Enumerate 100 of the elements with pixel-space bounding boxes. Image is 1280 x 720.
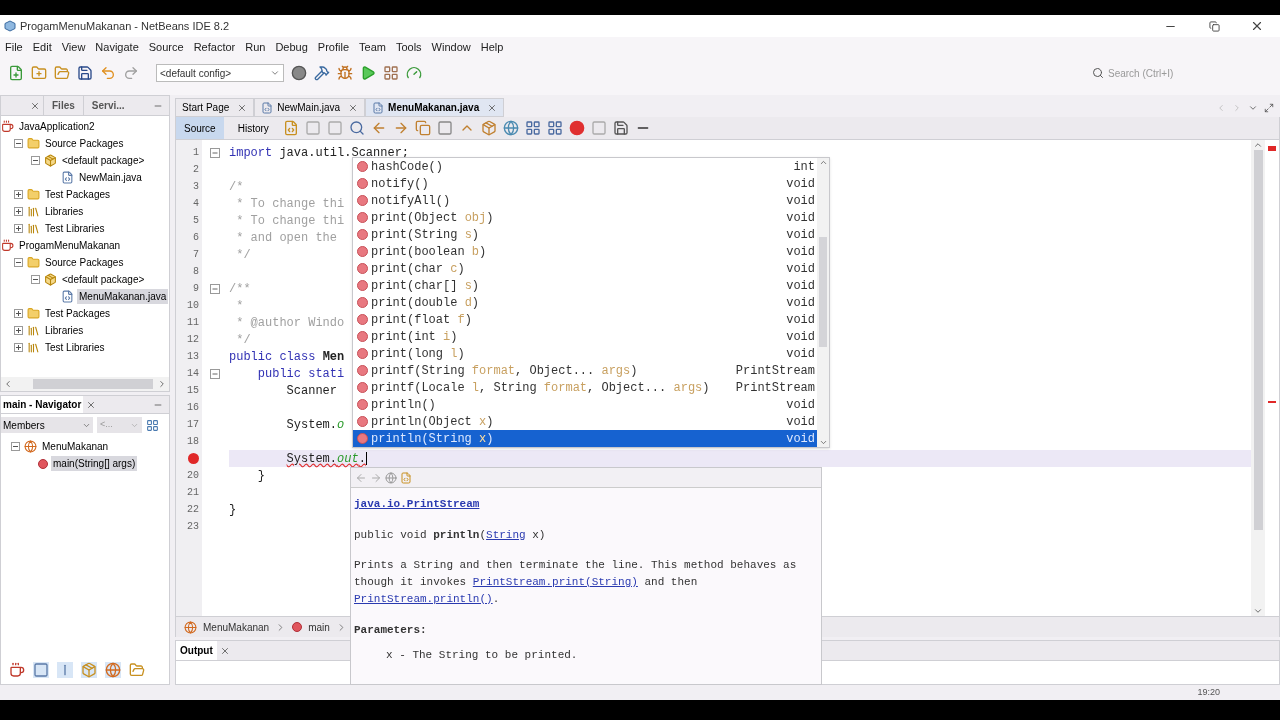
source-icon[interactable]	[400, 471, 412, 484]
menu-item[interactable]: Edit	[27, 38, 57, 56]
menu-item[interactable]: File	[0, 38, 28, 56]
menu-item[interactable]: Help	[475, 38, 509, 56]
square-icon[interactable]	[590, 120, 607, 136]
editor-tab[interactable]: NewMain.java	[254, 98, 366, 117]
panel-tab[interactable]: Files	[43, 96, 83, 115]
tree-item[interactable]: MenuMakanan	[40, 439, 111, 454]
menu-item[interactable]: Run	[240, 38, 271, 56]
expand-icon[interactable]	[13, 309, 23, 318]
method-link[interactable]: PrintStream.println()	[354, 593, 493, 605]
scroll-down-icon[interactable]	[818, 438, 828, 447]
run-icon[interactable]	[360, 65, 376, 81]
new-project-icon[interactable]	[31, 65, 47, 81]
profile-icon[interactable]	[406, 65, 422, 81]
collapse-icon[interactable]	[30, 275, 40, 284]
expand-icon[interactable]	[13, 224, 23, 233]
breadcrumb-item[interactable]: MenuMakanan	[203, 619, 270, 635]
fold-icon[interactable]	[210, 283, 220, 294]
expand-icon[interactable]	[13, 207, 23, 216]
completion-item[interactable]: print(char c) void	[353, 260, 817, 277]
tree-item[interactable]: Test Libraries	[43, 221, 107, 236]
close-icon[interactable]	[1250, 19, 1264, 33]
square-icon[interactable]	[436, 120, 453, 136]
open-project-icon[interactable]	[54, 65, 70, 81]
completion-item[interactable]: print(double d) void	[353, 294, 817, 311]
completion-item[interactable]: print(float f) void	[353, 311, 817, 328]
view-options-icon[interactable]	[146, 418, 159, 432]
scroll-up-icon[interactable]	[818, 158, 828, 167]
scroll-right-icon[interactable]	[157, 379, 167, 389]
completion-item[interactable]: print(boolean b) void	[353, 243, 817, 260]
completion-item[interactable]: notify() void	[353, 175, 817, 192]
tree-item[interactable]: Source Packages	[43, 136, 126, 151]
config-dropdown[interactable]: <default config>	[156, 64, 284, 82]
sphere-icon[interactable]	[291, 65, 307, 81]
folder-icon[interactable]	[129, 662, 145, 678]
menu-item[interactable]: Tools	[390, 38, 427, 56]
hammer-icon[interactable]	[314, 65, 330, 81]
coffee-cup-icon[interactable]	[9, 662, 25, 678]
panel-tab[interactable]: main - Navigator	[1, 396, 84, 413]
breadcrumb-item[interactable]: main	[308, 619, 330, 635]
view-tab[interactable]: History	[229, 117, 277, 139]
save-icon[interactable]	[612, 120, 629, 136]
completion-item[interactable]: print(long l) void	[353, 345, 817, 362]
completion-item[interactable]: println(Object x) void	[353, 413, 817, 430]
tree-item[interactable]: NewMain.java	[77, 170, 144, 185]
expand-icon[interactable]	[13, 343, 23, 352]
editor-tab[interactable]: Start Page	[175, 98, 255, 117]
menu-item[interactable]: Window	[426, 38, 476, 56]
tree-item[interactable]: <default package>	[60, 272, 147, 287]
square-icon[interactable]	[33, 662, 49, 678]
maximize-icon[interactable]	[1264, 102, 1274, 113]
bug-icon[interactable]	[337, 65, 353, 81]
record-icon[interactable]	[568, 120, 585, 136]
tree-item[interactable]: <default package>	[60, 153, 147, 168]
method-link[interactable]: PrintStream.print(String)	[472, 576, 638, 588]
grid-icon[interactable]	[546, 120, 563, 136]
completion-item[interactable]: printf(String format, Object... args) PrintStream	[353, 362, 817, 379]
browser-icon[interactable]	[385, 471, 397, 484]
grid-icon[interactable]	[524, 120, 541, 136]
close-icon[interactable]	[237, 102, 248, 113]
tree-item[interactable]: Test Libraries	[43, 340, 107, 355]
globe-icon[interactable]	[502, 120, 519, 136]
completion-item[interactable]: print(int i) void	[353, 328, 817, 345]
tree-item[interactable]: JavaApplication2	[17, 119, 97, 134]
menu-item[interactable]: Source	[143, 38, 189, 56]
expand-icon[interactable]	[13, 190, 23, 199]
back-icon[interactable]	[355, 471, 367, 484]
completion-item[interactable]: printf(Locale l, String format, Object... args) PrintStream	[353, 379, 817, 396]
tree-item[interactable]: main(String[] args)	[51, 456, 138, 471]
completion-item[interactable]: println(String x) void	[353, 430, 817, 447]
square-icon[interactable]	[326, 120, 343, 136]
scroll-down-icon[interactable]	[1253, 606, 1263, 616]
package-icon[interactable]	[480, 120, 497, 136]
fold-icon[interactable]	[210, 147, 220, 158]
scroll-up-icon[interactable]	[1253, 140, 1263, 150]
menu-item[interactable]: Refactor	[188, 38, 241, 56]
scroll-left-icon[interactable]	[3, 379, 13, 389]
expand-icon[interactable]	[13, 326, 23, 335]
fold-icon[interactable]	[210, 368, 220, 379]
document-icon[interactable]	[282, 120, 299, 136]
menu-item[interactable]: Navigate	[90, 38, 144, 56]
error-marker[interactable]	[1268, 401, 1276, 403]
completion-item[interactable]: print(Object obj) void	[353, 209, 817, 226]
new-file-icon[interactable]	[8, 65, 24, 81]
filter-dropdown[interactable]: Members	[1, 417, 93, 433]
completion-item[interactable]: print(String s) void	[353, 226, 817, 243]
completion-item[interactable]: print(char[] s) void	[353, 277, 817, 294]
menu-item[interactable]: Team	[354, 38, 391, 56]
tree-item[interactable]: Test Packages	[43, 306, 113, 321]
panel-tab[interactable]: Servi...	[82, 96, 133, 115]
collapse-icon[interactable]	[13, 139, 23, 148]
vertical-scrollbar[interactable]	[817, 158, 829, 447]
tree-item[interactable]: Libraries	[43, 204, 86, 219]
tree-item[interactable]: MenuMakanan.java	[77, 289, 169, 304]
class-link[interactable]: java.io.PrintStream	[354, 496, 480, 513]
tree-item[interactable]: Test Packages	[43, 187, 113, 202]
collapse-icon[interactable]	[10, 442, 20, 451]
completion-item[interactable]: println() void	[353, 396, 817, 413]
tree-item[interactable]: Source Packages	[43, 255, 126, 270]
